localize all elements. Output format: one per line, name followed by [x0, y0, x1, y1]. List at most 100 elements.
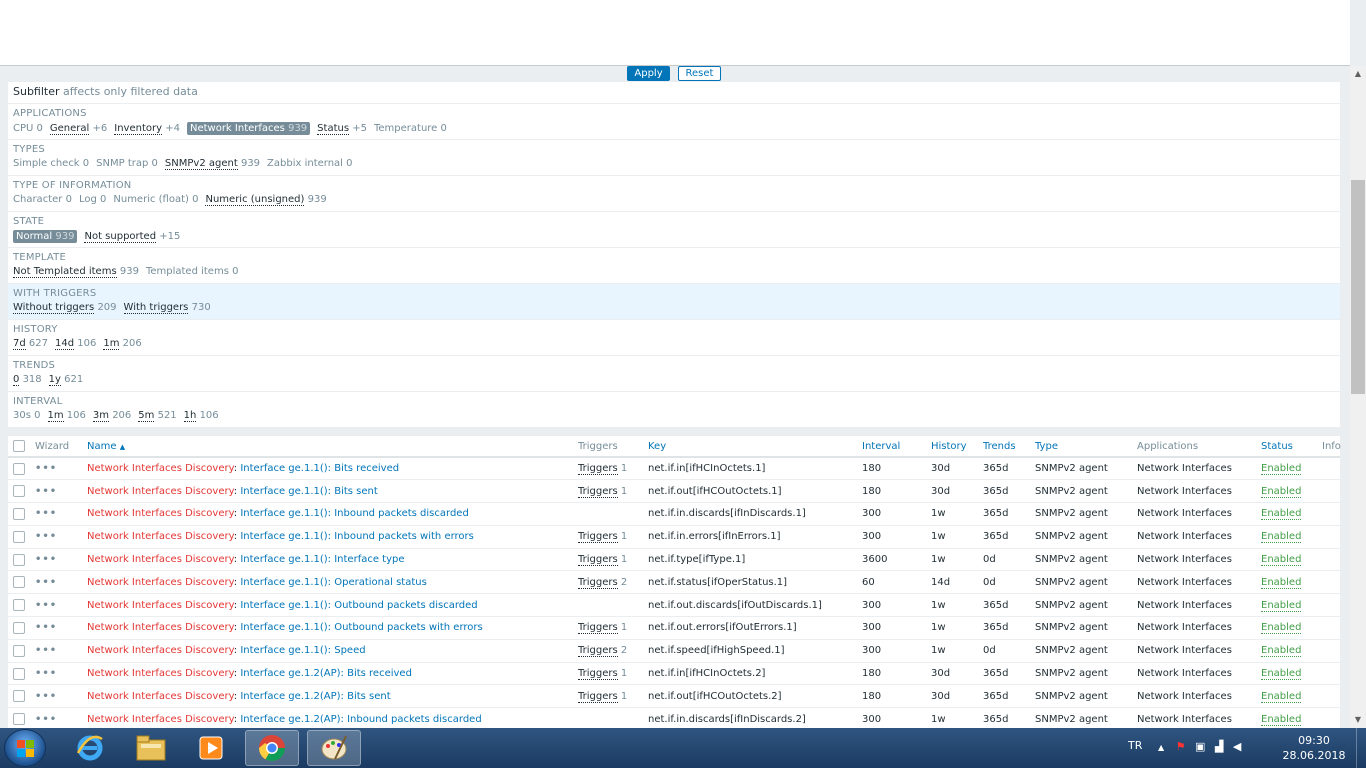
triggers-link[interactable]: Triggers — [578, 576, 618, 589]
item-name-link[interactable]: Interface ge.1.1(): Speed — [240, 645, 365, 656]
discovery-rule-link[interactable]: Network Interfaces Discovery — [87, 714, 234, 725]
more-options-icon[interactable]: ••• — [35, 531, 57, 542]
item-name-link[interactable]: Interface ge.1.1(): Interface type — [240, 554, 404, 565]
more-options-icon[interactable]: ••• — [35, 691, 57, 702]
more-options-icon[interactable]: ••• — [35, 600, 57, 611]
row-checkbox[interactable] — [13, 599, 25, 612]
col-name[interactable]: Name ▲ — [84, 436, 575, 458]
subfilter-option[interactable]: 5m 521 — [138, 410, 177, 422]
action-center-icon[interactable]: ⚑ — [1176, 740, 1186, 753]
status-toggle[interactable]: Enabled — [1261, 645, 1302, 658]
media-player-icon[interactable] — [184, 730, 238, 766]
discovery-rule-link[interactable]: Network Interfaces Discovery — [87, 668, 234, 679]
subfilter-option[interactable]: 1y 621 — [48, 374, 83, 386]
discovery-rule-link[interactable]: Network Interfaces Discovery — [87, 531, 234, 542]
network-signal-icon[interactable]: ▟ — [1215, 740, 1223, 753]
show-hidden-icons-icon[interactable]: ▲ — [1158, 743, 1164, 752]
row-checkbox[interactable] — [13, 485, 25, 498]
status-toggle[interactable]: Enabled — [1261, 463, 1302, 476]
subfilter-option[interactable]: Numeric (unsigned) 939 — [205, 194, 327, 206]
item-name-link[interactable]: Interface ge.1.2(AP): Inbound packets di… — [240, 714, 481, 725]
item-name-link[interactable]: Interface ge.1.1(): Bits received — [240, 463, 399, 474]
item-name-link[interactable]: Interface ge.1.1(): Inbound packets disc… — [240, 508, 468, 519]
subfilter-option[interactable]: 1m 106 — [47, 410, 86, 422]
subfilter-option[interactable]: Normal 939 — [13, 230, 78, 243]
col-key[interactable]: Key — [645, 436, 859, 458]
more-options-icon[interactable]: ••• — [35, 577, 57, 588]
clock[interactable]: 09:30 28.06.2018 — [1282, 733, 1346, 763]
discovery-rule-link[interactable]: Network Interfaces Discovery — [87, 645, 234, 656]
subfilter-option[interactable]: 1h 106 — [183, 410, 219, 422]
more-options-icon[interactable]: ••• — [35, 554, 57, 565]
row-checkbox[interactable] — [13, 553, 25, 566]
status-toggle[interactable]: Enabled — [1261, 622, 1302, 635]
discovery-rule-link[interactable]: Network Interfaces Discovery — [87, 577, 234, 588]
item-name-link[interactable]: Interface ge.1.2(AP): Bits sent — [240, 691, 390, 702]
subfilter-option[interactable]: Not Templated items 939 — [13, 266, 139, 278]
col-trends[interactable]: Trends — [980, 436, 1032, 458]
subfilter-option[interactable]: SNMPv2 agent 939 — [164, 158, 260, 170]
volume-icon[interactable]: ◀ — [1233, 740, 1241, 753]
item-name-link[interactable]: Interface ge.1.2(AP): Bits received — [240, 668, 412, 679]
discovery-rule-link[interactable]: Network Interfaces Discovery — [87, 691, 234, 702]
discovery-rule-link[interactable]: Network Interfaces Discovery — [87, 622, 234, 633]
row-checkbox[interactable] — [13, 507, 25, 520]
subfilter-option[interactable]: Without triggers 209 — [13, 302, 117, 314]
col-type[interactable]: Type — [1032, 436, 1134, 458]
status-toggle[interactable]: Enabled — [1261, 554, 1302, 567]
scroll-up-icon[interactable]: ▲ — [1350, 66, 1366, 82]
triggers-link[interactable]: Triggers — [578, 554, 618, 567]
subfilter-option[interactable]: 7d 627 — [13, 338, 48, 350]
status-toggle[interactable]: Enabled — [1261, 713, 1302, 726]
row-checkbox[interactable] — [13, 530, 25, 543]
triggers-link[interactable]: Triggers — [578, 463, 618, 476]
row-checkbox[interactable] — [13, 713, 25, 726]
discovery-rule-link[interactable]: Network Interfaces Discovery — [87, 508, 234, 519]
item-name-link[interactable]: Interface ge.1.1(): Operational status — [240, 577, 426, 588]
status-toggle[interactable]: Enabled — [1261, 599, 1302, 612]
start-button[interactable] — [4, 729, 46, 767]
discovery-rule-link[interactable]: Network Interfaces Discovery — [87, 600, 234, 611]
discovery-rule-link[interactable]: Network Interfaces Discovery — [87, 554, 234, 565]
row-checkbox[interactable] — [13, 462, 25, 475]
triggers-link[interactable]: Triggers — [578, 645, 618, 658]
show-desktop-button[interactable] — [1356, 728, 1366, 768]
scroll-thumb[interactable] — [1351, 180, 1365, 394]
more-options-icon[interactable]: ••• — [35, 463, 57, 474]
internet-explorer-icon[interactable] — [63, 730, 117, 766]
item-name-link[interactable]: Interface ge.1.1(): Bits sent — [240, 486, 377, 497]
status-toggle[interactable]: Enabled — [1261, 531, 1302, 544]
subfilter-option[interactable]: 1m 206 — [103, 338, 142, 350]
subfilter-option[interactable]: General +6 — [49, 123, 107, 135]
more-options-icon[interactable]: ••• — [35, 622, 57, 633]
subfilter-option[interactable]: 0 318 — [13, 374, 42, 386]
col-history[interactable]: History — [928, 436, 980, 458]
status-toggle[interactable]: Enabled — [1261, 485, 1302, 498]
triggers-link[interactable]: Triggers — [578, 485, 618, 498]
row-checkbox[interactable] — [13, 621, 25, 634]
status-toggle[interactable]: Enabled — [1261, 576, 1302, 589]
page-scrollbar[interactable]: ▲ ▼ — [1350, 66, 1366, 728]
col-interval[interactable]: Interval — [859, 436, 928, 458]
subfilter-option[interactable]: Inventory +4 — [114, 123, 180, 135]
discovery-rule-link[interactable]: Network Interfaces Discovery — [87, 486, 234, 497]
select-all-checkbox[interactable] — [13, 440, 25, 452]
status-toggle[interactable]: Enabled — [1261, 508, 1302, 521]
subfilter-option[interactable]: With triggers 730 — [123, 302, 211, 314]
device-icon[interactable]: ▣ — [1195, 740, 1205, 753]
subfilter-option[interactable]: Not supported +15 — [84, 231, 180, 243]
more-options-icon[interactable]: ••• — [35, 486, 57, 497]
triggers-link[interactable]: Triggers — [578, 668, 618, 681]
subfilter-option[interactable]: Network Interfaces 939 — [186, 122, 311, 135]
more-options-icon[interactable]: ••• — [35, 508, 57, 519]
subfilter-option[interactable]: 14d 106 — [55, 338, 96, 350]
discovery-rule-link[interactable]: Network Interfaces Discovery — [87, 463, 234, 474]
file-explorer-icon[interactable] — [124, 730, 178, 766]
scroll-down-icon[interactable]: ▼ — [1350, 712, 1366, 728]
col-status[interactable]: Status — [1258, 436, 1319, 458]
chrome-icon[interactable] — [245, 730, 299, 766]
triggers-link[interactable]: Triggers — [578, 622, 618, 635]
row-checkbox[interactable] — [13, 576, 25, 589]
status-toggle[interactable]: Enabled — [1261, 690, 1302, 703]
row-checkbox[interactable] — [13, 644, 25, 657]
